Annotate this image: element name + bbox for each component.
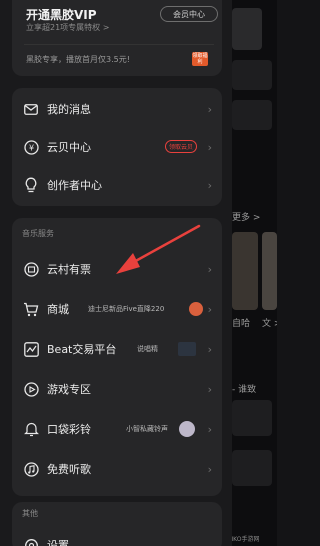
chevron-right-icon: › xyxy=(207,462,212,476)
music-service-card: 音乐服务 云村有票 › 商城 迪士尼新品Five直降220 › Beat交易平台… xyxy=(12,218,222,496)
menu-item-yuncun-tickets[interactable]: 云村有票 › xyxy=(12,250,222,288)
ringtone-promo-text: 小智私藏铃声 xyxy=(126,425,168,433)
menu-card-top: 我的消息 › ¥ 云贝中心 领取云贝 › 创作者中心 › xyxy=(12,88,222,206)
beat-icon xyxy=(23,341,39,357)
menu-item-label: 商城 xyxy=(47,303,69,316)
vip-promo-text[interactable]: 黑胶专享，播放首月仅3.5元! xyxy=(26,54,130,65)
menu-item-beat-trading[interactable]: Beat交易平台 说唱精 › xyxy=(12,330,222,368)
menu-item-label: 游戏专区 xyxy=(47,383,91,396)
chevron-right-icon: › xyxy=(207,102,212,116)
watermark: MKO手游网 xyxy=(228,536,260,543)
menu-item-cloud-coin[interactable]: ¥ 云贝中心 领取云贝 › xyxy=(12,128,222,166)
vip-promo-badge[interactable]: 领取福利 xyxy=(192,52,208,66)
ringtone-promo-avatar xyxy=(179,421,195,437)
menu-item-creator-center[interactable]: 创作者中心 › xyxy=(12,166,222,204)
vip-card[interactable]: 开通黑胶VIP 立享超21项专属特权 > 会员中心 黑胶专享，播放首月仅3.5元… xyxy=(12,0,222,76)
menu-item-label: 云贝中心 xyxy=(47,141,91,154)
menu-item-label: 设置 xyxy=(47,539,69,546)
background-cover xyxy=(262,232,277,310)
section-title: 其他 xyxy=(22,509,38,518)
chevron-right-icon: › xyxy=(207,422,212,436)
cart-icon xyxy=(23,301,39,317)
chevron-right-icon: › xyxy=(207,178,212,192)
settings-icon xyxy=(23,537,39,546)
background-caption: 文 > xyxy=(262,319,277,329)
background-card xyxy=(232,100,272,130)
background-cover xyxy=(232,232,258,310)
beat-promo-thumbnail xyxy=(178,342,196,356)
gamepad-icon xyxy=(23,381,39,397)
vip-center-button[interactable]: 会员中心 xyxy=(160,6,218,22)
menu-item-label: 创作者中心 xyxy=(47,179,102,192)
coin-icon: ¥ xyxy=(23,139,39,155)
side-drawer: 开通黑胶VIP 立享超21项专属特权 > 会员中心 黑胶专享，播放首月仅3.5元… xyxy=(0,0,232,546)
svg-text:¥: ¥ xyxy=(28,143,33,152)
beat-promo-text: 说唱精 xyxy=(137,345,158,353)
divider xyxy=(24,44,214,45)
menu-item-label: 口袋彩铃 xyxy=(47,423,91,436)
bell-icon xyxy=(23,421,39,437)
menu-item-label: Beat交易平台 xyxy=(47,343,117,356)
music-circle-icon xyxy=(23,461,39,477)
bulb-icon xyxy=(23,177,39,193)
mall-promo-thumbnail xyxy=(189,302,203,316)
other-card: 其他 设置 xyxy=(12,502,222,546)
background-more-link: 更多 > xyxy=(232,213,261,223)
menu-item-label: 云村有票 xyxy=(47,263,91,276)
chevron-right-icon: › xyxy=(207,382,212,396)
menu-item-messages[interactable]: 我的消息 › xyxy=(12,90,222,128)
background-card xyxy=(232,450,272,486)
chevron-right-icon: › xyxy=(207,302,212,316)
mall-promo-text: 迪士尼新品Five直降220 xyxy=(88,305,165,313)
menu-item-free-listening[interactable]: 免费听歌 › xyxy=(12,450,222,488)
chevron-right-icon: › xyxy=(207,342,212,356)
ticket-icon xyxy=(23,261,39,277)
background-caption: 自哈 xyxy=(232,319,251,329)
chevron-right-icon: › xyxy=(207,140,212,154)
menu-item-game-zone[interactable]: 游戏专区 › xyxy=(12,370,222,408)
vip-subtitle[interactable]: 立享超21项专属特权 > xyxy=(26,22,109,33)
menu-item-settings[interactable]: 设置 xyxy=(12,526,222,546)
menu-item-mall[interactable]: 商城 迪士尼新品Five直降220 › xyxy=(12,290,222,328)
menu-item-pocket-ringtone[interactable]: 口袋彩铃 小智私藏铃声 › xyxy=(12,410,222,448)
coin-claim-badge[interactable]: 领取云贝 xyxy=(165,140,197,153)
background-caption: - 谁致 xyxy=(232,385,257,395)
vip-title: 开通黑胶VIP xyxy=(26,8,97,22)
mail-icon xyxy=(23,101,39,117)
menu-item-label: 免费听歌 xyxy=(47,463,91,476)
background-app-panel: 更多 > 自哈 文 > - 谁致 MKO手游网 xyxy=(228,0,277,546)
chevron-right-icon: › xyxy=(207,262,212,276)
background-card xyxy=(232,400,272,436)
menu-item-label: 我的消息 xyxy=(47,103,91,116)
background-card xyxy=(232,60,272,90)
section-title: 音乐服务 xyxy=(22,229,54,238)
background-cover xyxy=(232,8,262,50)
